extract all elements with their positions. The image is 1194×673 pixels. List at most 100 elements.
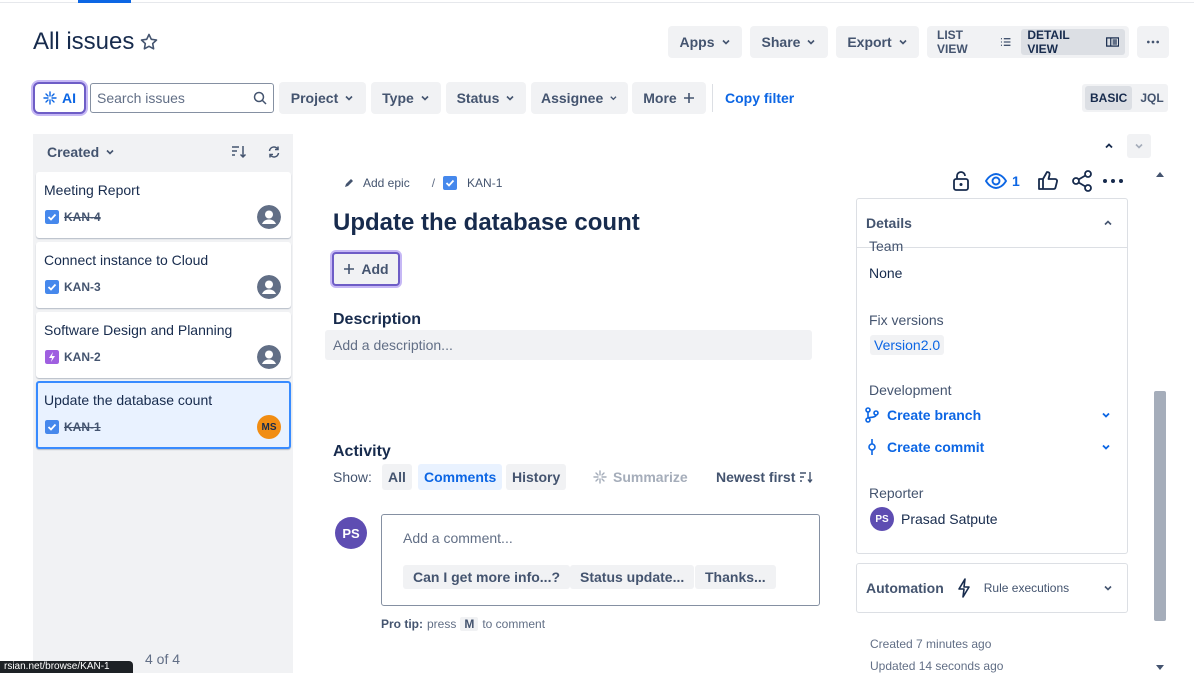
- issue-title: Update the database count: [44, 392, 213, 408]
- plus-icon: [683, 93, 694, 103]
- add-label: Add: [361, 261, 389, 277]
- quick-reply-status-update[interactable]: Status update...: [570, 565, 695, 589]
- project-label: Project: [290, 90, 339, 106]
- assignee-avatar[interactable]: MS: [257, 415, 281, 439]
- reporter-name[interactable]: Prasad Satpute: [901, 511, 998, 527]
- automation-label: Automation: [866, 580, 944, 596]
- watch-eye-icon[interactable]: [984, 168, 1008, 194]
- list-item[interactable]: Connect instance to Cloud KAN-3: [36, 242, 291, 308]
- description-field[interactable]: Add a description...: [325, 330, 812, 360]
- more-actions-button[interactable]: [1137, 26, 1169, 58]
- keyboard-shortcut: M: [460, 617, 479, 631]
- list-icon: [1000, 38, 1011, 46]
- project-filter[interactable]: Project: [279, 82, 366, 114]
- list-view-button[interactable]: LIST VIEW: [931, 28, 1017, 56]
- unlock-icon[interactable]: [948, 168, 974, 194]
- detail-view-button[interactable]: DETAIL VIEW: [1021, 28, 1125, 56]
- refresh-icon[interactable]: [267, 145, 281, 159]
- sort-dropdown[interactable]: Created: [47, 144, 115, 160]
- issue-key[interactable]: KAN-4: [64, 210, 101, 224]
- detail-view-label: DETAIL VIEW: [1027, 28, 1070, 56]
- activity-heading: Activity: [333, 443, 391, 460]
- summarize-button[interactable]: Summarize: [587, 464, 694, 490]
- comment-input[interactable]: Add a comment... Can I get more info...?…: [381, 514, 820, 606]
- more-filters-button[interactable]: More: [632, 82, 706, 114]
- team-label: Team: [869, 238, 904, 254]
- create-branch-button[interactable]: Create branch: [865, 407, 1111, 423]
- team-value[interactable]: None: [869, 265, 902, 281]
- divider: [712, 84, 713, 112]
- chevron-down-icon: [1102, 444, 1110, 450]
- star-icon[interactable]: [139, 32, 159, 52]
- issue-key-link[interactable]: KAN-1: [467, 176, 502, 190]
- issue-key[interactable]: KAN-2: [64, 350, 101, 364]
- top-progress-bar: [0, 0, 1194, 3]
- created-timestamp: Created 7 minutes ago: [870, 637, 992, 651]
- export-button[interactable]: Export: [836, 26, 919, 58]
- pro-tip-rest: to comment: [482, 617, 546, 631]
- create-commit-label: Create commit: [887, 439, 985, 455]
- status-filter[interactable]: Status: [446, 82, 526, 114]
- chevron-down-icon: [1104, 585, 1112, 591]
- issue-list-panel: Created Meeting Report KAN-4 Connect ins…: [33, 134, 293, 673]
- epic-lightning-icon: [45, 350, 59, 364]
- tab-history[interactable]: History: [506, 464, 567, 490]
- comment-placeholder: Add a comment...: [403, 530, 513, 546]
- issue-toolbar: 1: [948, 168, 1124, 194]
- task-checkbox-icon: [45, 420, 59, 434]
- list-item[interactable]: Meeting Report KAN-4: [36, 172, 291, 238]
- scrollbar[interactable]: [1153, 168, 1167, 673]
- fix-versions-label: Fix versions: [869, 312, 944, 328]
- type-filter[interactable]: Type: [371, 82, 441, 114]
- details-heading: Details: [866, 215, 912, 231]
- issue-key[interactable]: KAN-1: [64, 420, 101, 434]
- automation-panel[interactable]: Automation Rule executions: [856, 563, 1128, 613]
- fix-version-lozenge[interactable]: Version2.0: [870, 335, 945, 355]
- create-commit-button[interactable]: Create commit: [865, 439, 1111, 455]
- copy-filter-link[interactable]: Copy filter: [725, 90, 794, 106]
- basic-mode-button[interactable]: BASIC: [1085, 86, 1133, 110]
- plus-icon: [344, 264, 355, 274]
- chevron-down-icon: [106, 149, 114, 155]
- assignee-filter[interactable]: Assignee: [531, 82, 628, 114]
- ai-button[interactable]: AI: [33, 82, 86, 114]
- sort-newest-button[interactable]: Newest first: [716, 469, 813, 485]
- task-checkbox-icon: [45, 280, 59, 294]
- unassigned-avatar-icon: [257, 275, 281, 299]
- commit-icon: [868, 439, 876, 455]
- more-dots-icon[interactable]: [1102, 168, 1124, 194]
- scrollbar-thumb[interactable]: [1154, 391, 1166, 621]
- search-placeholder: Search issues: [97, 90, 185, 106]
- list-item-selected[interactable]: Update the database count KAN-1 MS: [36, 381, 291, 449]
- previous-issue-button[interactable]: [1097, 134, 1121, 158]
- list-item[interactable]: Software Design and Planning KAN-2: [36, 312, 291, 378]
- add-button[interactable]: Add: [332, 252, 400, 286]
- sort-order-icon[interactable]: [231, 145, 247, 159]
- quick-reply-thanks[interactable]: Thanks...: [695, 565, 776, 589]
- add-epic-link[interactable]: Add epic: [363, 176, 410, 190]
- pro-tip-press: press: [427, 617, 457, 631]
- issue-title: Meeting Report: [44, 182, 140, 198]
- details-panel: Details Team None Fix versions Version2.…: [856, 198, 1128, 554]
- chevron-down-icon: [610, 96, 617, 101]
- quick-reply-more-info[interactable]: Can I get more info...?: [403, 565, 571, 589]
- issue-summary[interactable]: Update the database count: [333, 209, 640, 237]
- reporter-label: Reporter: [869, 485, 924, 501]
- share-button[interactable]: Share: [750, 26, 828, 58]
- next-issue-button[interactable]: [1127, 134, 1151, 158]
- chevron-down-icon: [807, 39, 816, 45]
- share-label: Share: [761, 34, 801, 50]
- apps-button[interactable]: Apps: [668, 26, 742, 58]
- scroll-down-arrow-icon: [1156, 665, 1164, 670]
- status-bar-url: rsian.net/browse/KAN-1: [0, 661, 133, 673]
- jql-mode-button[interactable]: JQL: [1135, 86, 1168, 110]
- issue-key[interactable]: KAN-3: [64, 280, 101, 294]
- create-branch-label: Create branch: [887, 407, 982, 423]
- search-input[interactable]: Search issues: [90, 83, 274, 113]
- export-label: Export: [847, 34, 892, 50]
- thumbs-up-icon[interactable]: [1036, 168, 1060, 194]
- tab-comments[interactable]: Comments: [418, 464, 503, 490]
- share-icon[interactable]: [1070, 168, 1094, 194]
- sort-order-icon: [800, 472, 813, 483]
- tab-all[interactable]: All: [382, 464, 412, 490]
